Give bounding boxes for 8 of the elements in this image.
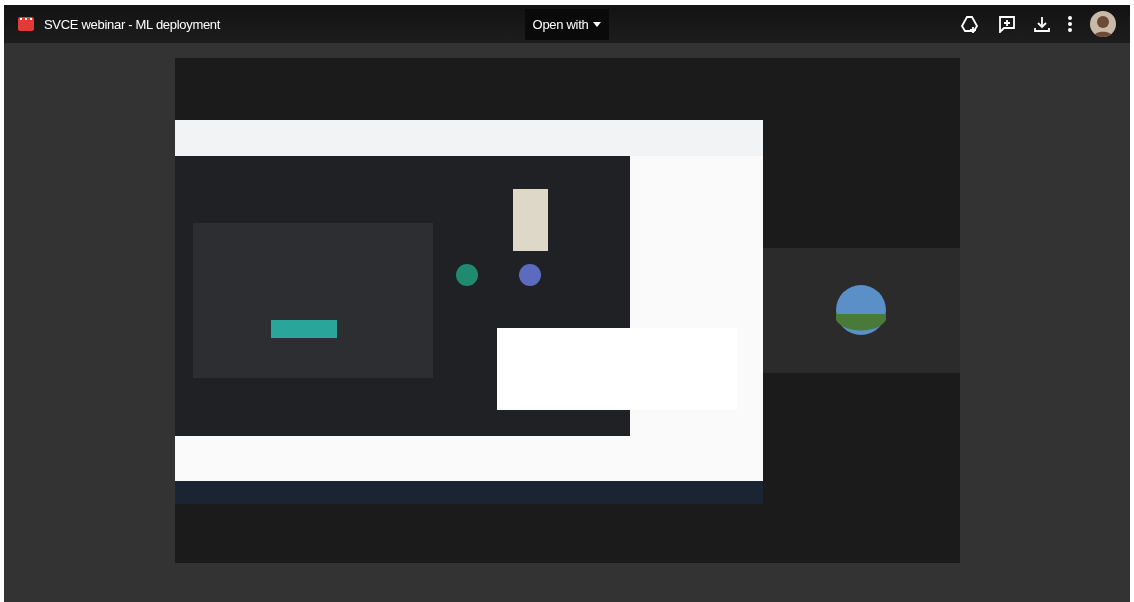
open-with-button[interactable]: Open with: [524, 8, 610, 40]
caret-icon: [593, 21, 602, 27]
add-comment-icon[interactable]: [998, 15, 1016, 33]
file-title: SVCE webinar - ML deployment: [44, 16, 221, 32]
account-avatar[interactable]: [1090, 11, 1116, 37]
video-file-icon: [18, 17, 34, 31]
download-icon[interactable]: [1034, 16, 1050, 32]
more-options-icon[interactable]: [1068, 16, 1072, 32]
